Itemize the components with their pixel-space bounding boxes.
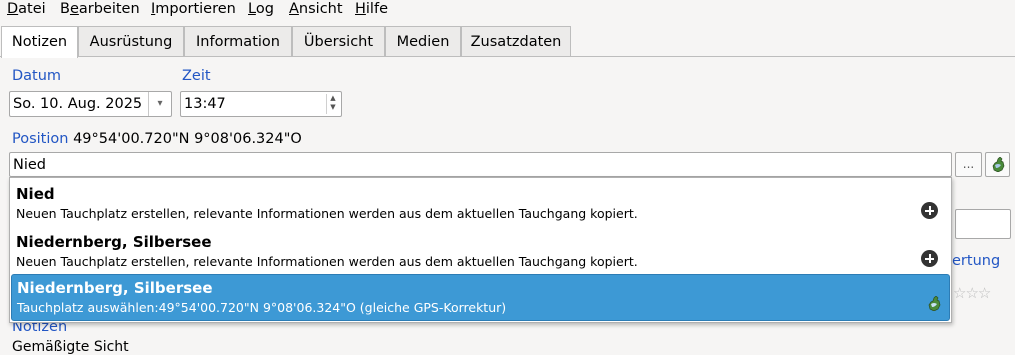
globe-icon [928, 296, 941, 311]
tab-bar: Notizen Ausrüstung Information Übersicht… [0, 26, 1015, 58]
menu-bearbeiten-mnemonic: e [69, 1, 79, 17]
autocomplete-item-title: Niedernberg, Silbersee [16, 233, 212, 251]
time-value: 13:47 [184, 96, 226, 112]
menu-bearbeiten-pre: B [60, 1, 70, 17]
spinner-arrows-icon[interactable]: ▲ ▼ [326, 94, 339, 114]
notes-text: Gemäßigte Sicht [12, 339, 129, 355]
menu-hilfe-mnemonic: H [355, 1, 366, 17]
position-label: Position [12, 131, 69, 147]
date-combobox[interactable]: So. 10. Aug. 2025 ▾ [9, 91, 172, 117]
menu-ansicht[interactable]: Ansicht [289, 0, 343, 20]
menu-bearbeiten-rest: arbeiten [78, 1, 140, 17]
position-row: Position 49°54'00.720"N 9°08'06.324"O [12, 131, 302, 147]
autocomplete-item-description: Neuen Tauchplatz erstellen, relevante In… [16, 254, 638, 269]
menu-importieren[interactable]: Importieren [151, 0, 236, 20]
tab-information[interactable]: Information [184, 26, 292, 56]
autocomplete-item-description: Neuen Tauchplatz erstellen, relevante In… [16, 206, 638, 221]
autocomplete-item-selected[interactable]: Niedernberg, Silbersee Tauchplatz auswäh… [11, 274, 950, 321]
tab-zusatzdaten[interactable]: Zusatzdaten [461, 26, 571, 56]
time-spinbox[interactable]: 13:47 ▲ ▼ [180, 91, 342, 117]
browse-button-label: ... [962, 157, 975, 171]
globe-icon [992, 157, 1005, 172]
menu-datei[interactable]: Datei [7, 0, 46, 20]
hidden-field[interactable] [955, 209, 1011, 239]
date-value: So. 10. Aug. 2025 [13, 96, 143, 112]
autocomplete-item[interactable]: Nied Neuen Tauchplatz erstellen, relevan… [11, 179, 950, 227]
location-value: Nied [13, 157, 47, 173]
menu-datei-mnemonic: D [7, 1, 19, 17]
menu-hilfe-rest: ilfe [365, 1, 388, 17]
menu-log[interactable]: Log [248, 0, 274, 20]
menu-importieren-rest: mportieren [155, 1, 236, 17]
position-coordinates: 49°54'00.720"N 9°08'06.324"O [73, 131, 302, 147]
menubar: Datei Bearbeiten Importieren Log Ansicht… [0, 0, 1015, 22]
menu-log-rest: og [255, 1, 274, 17]
location-input[interactable]: Nied [9, 152, 952, 177]
tab-ausruestung[interactable]: Ausrüstung [78, 26, 184, 56]
chevron-down-icon[interactable]: ▾ [148, 92, 171, 116]
tab-notizen[interactable]: Notizen [1, 26, 78, 58]
menu-hilfe[interactable]: Hilfe [355, 0, 388, 20]
menu-datei-rest: atei [18, 1, 46, 17]
menu-bearbeiten[interactable]: Bearbeiten [60, 0, 140, 20]
plus-icon [921, 202, 938, 219]
menu-ansicht-mnemonic: A [289, 1, 299, 17]
autocomplete-item-title: Niedernberg, Silbersee [17, 279, 213, 297]
date-label: Datum [12, 68, 62, 84]
location-autocomplete-popup: Nied Neuen Tauchplatz erstellen, relevan… [9, 177, 952, 323]
menu-log-mnemonic: L [248, 1, 256, 17]
tab-medien[interactable]: Medien [385, 26, 461, 56]
autocomplete-item-title: Nied [16, 185, 55, 203]
rating-stars[interactable]: ☆☆☆ [953, 284, 991, 302]
autocomplete-item-description: Tauchplatz auswählen:49°54'00.720"N 9°08… [17, 300, 507, 315]
time-label: Zeit [182, 68, 211, 84]
gps-globe-button[interactable] [985, 152, 1010, 177]
tab-uebersicht[interactable]: Übersicht [292, 26, 385, 56]
rating-label: ertung [952, 253, 1001, 269]
autocomplete-item[interactable]: Niedernberg, Silbersee Neuen Tauchplatz … [11, 227, 950, 275]
browse-button[interactable]: ... [955, 152, 982, 177]
menu-ansicht-rest: nsicht [298, 1, 343, 17]
plus-icon [921, 250, 938, 267]
